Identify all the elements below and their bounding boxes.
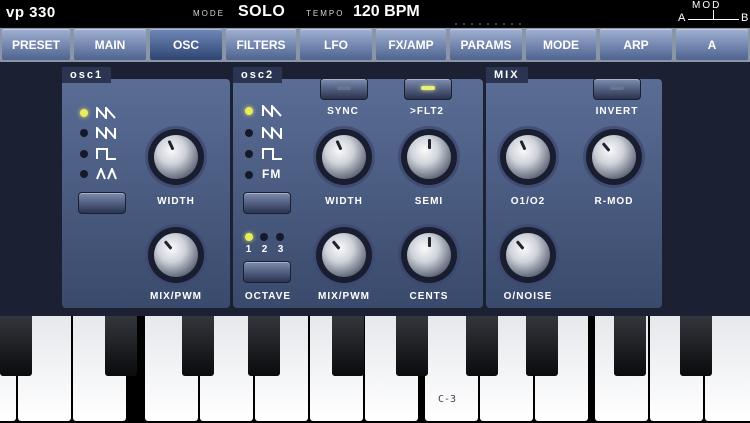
octave-3-label: 3: [277, 244, 285, 255]
tab-main[interactable]: MAIN: [74, 29, 146, 60]
black-key[interactable]: [0, 316, 32, 376]
black-key[interactable]: [680, 316, 712, 376]
black-key[interactable]: [248, 316, 280, 376]
tab-preset[interactable]: PRESET: [2, 29, 70, 60]
tab-fxamp[interactable]: FX/AMP: [376, 29, 446, 60]
sync-label: SYNC: [327, 106, 359, 117]
tempo-value[interactable]: 120 BPM: [353, 3, 420, 21]
osc1-wave-square-radio[interactable]: [80, 150, 88, 158]
octave-button[interactable]: [243, 261, 291, 283]
tab-filters[interactable]: FILTERS: [226, 29, 296, 60]
osc2-width-label: WIDTH: [325, 196, 363, 207]
flt2-button[interactable]: [404, 78, 452, 100]
osc1-wave-saw2-radio[interactable]: [80, 129, 88, 137]
onoise-knob[interactable]: [506, 233, 550, 277]
mix-title: MIX: [486, 67, 528, 83]
tab-mode[interactable]: MODE: [526, 29, 596, 60]
triangle-wave-icon: [96, 168, 117, 180]
saw-wave-icon: [96, 127, 116, 139]
tab-a[interactable]: A: [676, 29, 748, 60]
saw-wave-icon: [262, 105, 282, 117]
semi-knob[interactable]: [407, 135, 451, 179]
fm-label: FM: [262, 167, 282, 181]
mod-selector[interactable]: MOD A B: [675, 0, 750, 27]
mod-line: [688, 19, 739, 20]
invert-button[interactable]: [593, 78, 641, 100]
flt2-label: >FLT2: [410, 106, 444, 117]
rmod-knob[interactable]: [592, 135, 636, 179]
black-key[interactable]: [105, 316, 137, 376]
black-key[interactable]: [466, 316, 498, 376]
osc1-wave-triangle-radio[interactable]: [80, 170, 88, 178]
c3-key-label: C-3: [438, 394, 457, 405]
osc2-width-knob[interactable]: [322, 135, 366, 179]
o1o2-label: O1/O2: [510, 196, 546, 207]
osc1-mixpwm-label: MIX/PWM: [150, 291, 202, 302]
cents-label: CENTS: [409, 291, 449, 302]
osc1-title: osc1: [62, 67, 112, 83]
osc2-wave-button[interactable]: [243, 192, 291, 214]
tab-lfo[interactable]: LFO: [300, 29, 372, 60]
octave-2-radio[interactable]: [260, 233, 268, 241]
top-bar: vp 330 MODE SOLO TEMPO 120 BPM MOD A B: [0, 0, 750, 27]
semi-label: SEMI: [414, 196, 444, 207]
mod-tick: [713, 10, 714, 19]
black-key[interactable]: [332, 316, 364, 376]
osc1-width-label: WIDTH: [157, 196, 195, 207]
tab-params[interactable]: PARAMS: [450, 29, 522, 60]
osc2-title: osc2: [233, 67, 283, 83]
saw-wave-icon: [262, 127, 282, 139]
osc2-wave-fm-radio[interactable]: [245, 171, 253, 179]
octave-1-label: 1: [245, 244, 253, 255]
sync-button[interactable]: [320, 78, 368, 100]
black-key[interactable]: [396, 316, 428, 376]
tempo-label: TEMPO: [306, 9, 345, 18]
osc1-wave-button[interactable]: [78, 192, 126, 214]
octave-3-radio[interactable]: [276, 233, 284, 241]
osc2-wave-square-radio[interactable]: [245, 150, 253, 158]
black-key[interactable]: [526, 316, 558, 376]
osc1-width-knob[interactable]: [154, 135, 198, 179]
rmod-label: R-MOD: [594, 196, 634, 207]
tab-bar: PRESET MAIN OSC FILTERS LFO FX/AMP PARAM…: [0, 28, 750, 62]
mod-label: MOD: [692, 0, 722, 11]
black-key[interactable]: [182, 316, 214, 376]
piano-keyboard: [0, 316, 750, 423]
octave-label: OCTAVE: [244, 291, 292, 302]
octave-2-label: 2: [261, 244, 269, 255]
tab-arp[interactable]: ARP: [600, 29, 672, 60]
app-name: vp 330: [6, 4, 56, 21]
osc2-mixpwm-label: MIX/PWM: [318, 291, 370, 302]
onoise-label: O/NOISE: [503, 291, 553, 302]
square-wave-icon: [96, 148, 116, 160]
osc1-wave-saw-radio[interactable]: [80, 109, 88, 117]
tab-osc[interactable]: OSC: [150, 29, 222, 60]
osc-page: osc1 WIDTH MIX/PWM osc2 FM 1 2 3 OCTAVE …: [0, 62, 750, 316]
mod-b-label: B: [741, 12, 749, 24]
mod-a-label: A: [678, 12, 686, 24]
osc2-wave-saw2-radio[interactable]: [245, 129, 253, 137]
osc2-wave-saw-radio[interactable]: [245, 107, 253, 115]
cents-knob[interactable]: [407, 233, 451, 277]
black-key[interactable]: [614, 316, 646, 376]
mode-label: MODE: [193, 9, 225, 18]
invert-label: INVERT: [595, 106, 639, 117]
osc1-mixpwm-knob[interactable]: [154, 233, 198, 277]
o1o2-knob[interactable]: [506, 135, 550, 179]
square-wave-icon: [262, 148, 282, 160]
saw-wave-icon: [96, 107, 116, 119]
octave-1-radio[interactable]: [245, 233, 253, 241]
mode-value[interactable]: SOLO: [238, 3, 285, 21]
osc2-mixpwm-knob[interactable]: [322, 233, 366, 277]
